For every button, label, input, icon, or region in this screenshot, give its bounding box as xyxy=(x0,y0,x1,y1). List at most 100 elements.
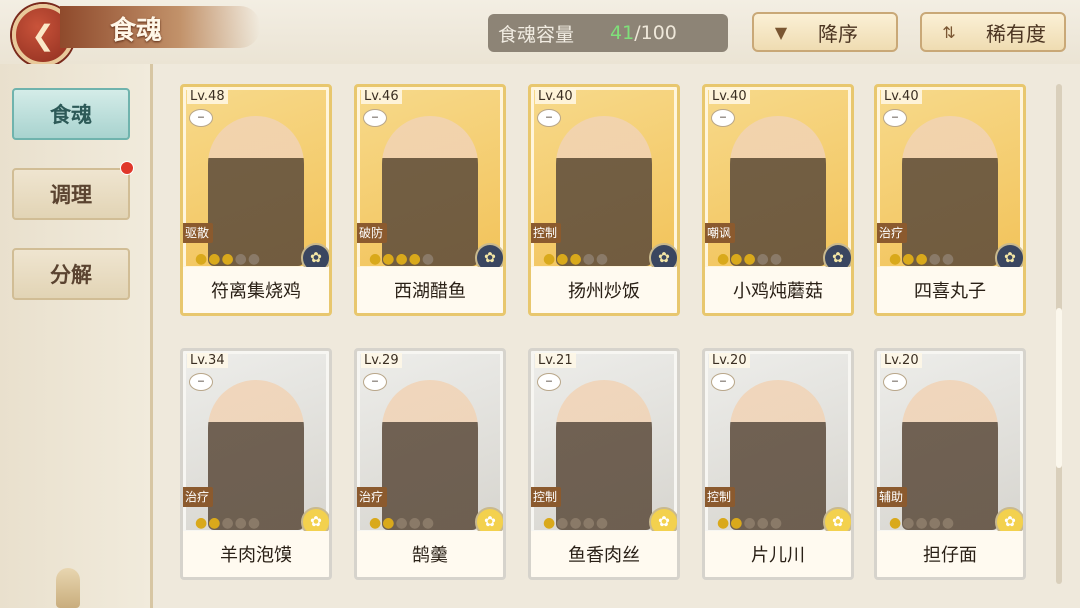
star-filled-icon: ● xyxy=(915,251,929,267)
role-badge: 破防 xyxy=(357,223,388,243)
star-empty-icon: ● xyxy=(556,515,570,531)
rarity-filter-button[interactable]: ⇅ 稀有度 xyxy=(920,12,1066,52)
star-empty-icon: ● xyxy=(756,515,770,531)
star-filled-icon: ● xyxy=(395,251,409,267)
star-filled-icon: ● xyxy=(730,251,744,267)
food-soul-name: 小鸡炖蘑菇 xyxy=(705,267,851,313)
food-soul-card[interactable]: Lv.34 ‒ 治疗 ●●●●● ✿ 羊肉泡馍 xyxy=(180,348,332,580)
star-filled-icon: ● xyxy=(382,515,396,531)
role-badge: 治疗 xyxy=(183,487,214,507)
character-figure xyxy=(902,380,998,530)
level-label: Lv.40 xyxy=(535,89,576,104)
food-soul-name: 羊肉泡馍 xyxy=(183,531,329,577)
star-rating: ●●●●● xyxy=(543,251,609,267)
food-soul-card[interactable]: Lv.40 ‒ 控制 ●●●●● ✿ 扬州炒饭 xyxy=(528,84,680,316)
mood-icon: ‒ xyxy=(711,373,735,391)
star-empty-icon: ● xyxy=(408,515,422,531)
grid-scrollbar[interactable] xyxy=(1056,84,1062,584)
level-label: Lv.20 xyxy=(881,353,922,368)
character-figure xyxy=(556,116,652,266)
role-badge: 嘲讽 xyxy=(705,223,736,243)
food-soul-name: 扬州炒饭 xyxy=(531,267,677,313)
mood-icon: ‒ xyxy=(883,373,907,391)
star-empty-icon: ● xyxy=(582,251,596,267)
mood-icon: ‒ xyxy=(883,109,907,127)
food-soul-grid: Lv.48 ‒ 驱散 ●●●●● ✿ 符离集烧鸡 Lv.46 ‒ 破防 ●●●●● ✿ 西湖醋鱼 Lv.… xyxy=(180,84,1040,584)
food-soul-card[interactable]: Lv.29 ‒ 治疗 ●●●●● ✿ 鹄羹 xyxy=(354,348,506,580)
level-label: Lv.48 xyxy=(187,89,228,104)
star-rating: ●●●●● xyxy=(195,251,261,267)
star-rating: ●●●●● xyxy=(369,251,435,267)
page-title: 食魂 xyxy=(110,16,163,46)
tassel-ornament xyxy=(56,568,80,608)
role-badge: 治疗 xyxy=(877,223,908,243)
star-filled-icon: ● xyxy=(369,515,383,531)
food-soul-name: 担仔面 xyxy=(877,531,1023,577)
food-soul-card[interactable]: Lv.21 ‒ 控制 ●●●●● ✿ 鱼香肉丝 xyxy=(528,348,680,580)
mood-icon: ‒ xyxy=(363,109,387,127)
star-empty-icon: ● xyxy=(421,515,436,531)
capacity-display: 食魂容量 41 /100 xyxy=(488,14,728,52)
role-badge: 驱散 xyxy=(183,223,214,243)
star-rating: ●●●●● xyxy=(369,515,435,531)
star-empty-icon: ● xyxy=(769,515,784,531)
tab-decompose-label: 分解 xyxy=(50,263,92,287)
star-empty-icon: ● xyxy=(769,251,784,267)
level-label: Lv.40 xyxy=(881,89,922,104)
tab-food-souls[interactable]: 食魂 xyxy=(12,88,130,140)
swap-arrows-icon: ⇅ xyxy=(942,22,956,42)
star-filled-icon: ● xyxy=(889,251,903,267)
star-filled-icon: ● xyxy=(369,251,383,267)
star-empty-icon: ● xyxy=(582,515,596,531)
tab-decompose[interactable]: 分解 xyxy=(12,248,130,300)
sort-order-button[interactable]: ▼ 降序 xyxy=(752,12,898,52)
role-badge: 控制 xyxy=(531,487,562,507)
sidebar: 食魂 调理 分解 xyxy=(0,64,153,608)
star-filled-icon: ● xyxy=(889,515,903,531)
food-soul-card[interactable]: Lv.46 ‒ 破防 ●●●●● ✿ 西湖醋鱼 xyxy=(354,84,506,316)
star-rating: ●●●●● xyxy=(717,515,783,531)
star-empty-icon: ● xyxy=(595,251,610,267)
star-filled-icon: ● xyxy=(208,251,222,267)
capacity-current: 41 xyxy=(610,22,635,44)
star-filled-icon: ● xyxy=(543,515,557,531)
star-empty-icon: ● xyxy=(941,251,956,267)
food-soul-card[interactable]: Lv.40 ‒ 治疗 ●●●●● ✿ 四喜丸子 xyxy=(874,84,1026,316)
star-filled-icon: ● xyxy=(569,251,583,267)
character-figure xyxy=(208,380,304,530)
star-filled-icon: ● xyxy=(195,251,209,267)
character-figure xyxy=(902,116,998,266)
star-rating: ●●●●● xyxy=(717,251,783,267)
food-soul-card[interactable]: Lv.20 ‒ 辅助 ●●●●● ✿ 担仔面 xyxy=(874,348,1026,580)
star-empty-icon: ● xyxy=(915,515,929,531)
star-filled-icon: ● xyxy=(717,515,731,531)
star-empty-icon: ● xyxy=(928,515,942,531)
star-empty-icon: ● xyxy=(234,515,248,531)
food-soul-name: 片儿川 xyxy=(705,531,851,577)
star-rating: ●●●●● xyxy=(889,251,955,267)
character-figure xyxy=(730,380,826,530)
food-soul-card[interactable]: Lv.48 ‒ 驱散 ●●●●● ✿ 符离集烧鸡 xyxy=(180,84,332,316)
level-label: Lv.46 xyxy=(361,89,402,104)
star-rating: ●●●●● xyxy=(889,515,955,531)
mood-icon: ‒ xyxy=(363,373,387,391)
food-soul-card[interactable]: Lv.20 ‒ 控制 ●●●●● ✿ 片儿川 xyxy=(702,348,854,580)
capacity-label: 食魂容量 xyxy=(498,23,575,46)
tab-conditioning[interactable]: 调理 xyxy=(12,168,130,220)
star-empty-icon: ● xyxy=(221,515,235,531)
food-soul-name: 西湖醋鱼 xyxy=(357,267,503,313)
star-empty-icon: ● xyxy=(743,515,757,531)
capacity-max: /100 xyxy=(634,22,677,44)
star-filled-icon: ● xyxy=(382,251,396,267)
food-soul-card[interactable]: Lv.40 ‒ 嘲讽 ●●●●● ✿ 小鸡炖蘑菇 xyxy=(702,84,854,316)
mood-icon: ‒ xyxy=(189,109,213,127)
star-empty-icon: ● xyxy=(941,515,956,531)
role-badge: 控制 xyxy=(705,487,736,507)
scrollbar-thumb[interactable] xyxy=(1056,308,1062,468)
star-filled-icon: ● xyxy=(408,251,422,267)
star-filled-icon: ● xyxy=(208,515,222,531)
level-label: Lv.40 xyxy=(709,89,750,104)
star-empty-icon: ● xyxy=(234,251,248,267)
star-filled-icon: ● xyxy=(543,251,557,267)
top-header: ❮ 食魂 食魂容量 41 /100 ▼ 降序 ⇅ 稀有度 xyxy=(0,0,1080,66)
